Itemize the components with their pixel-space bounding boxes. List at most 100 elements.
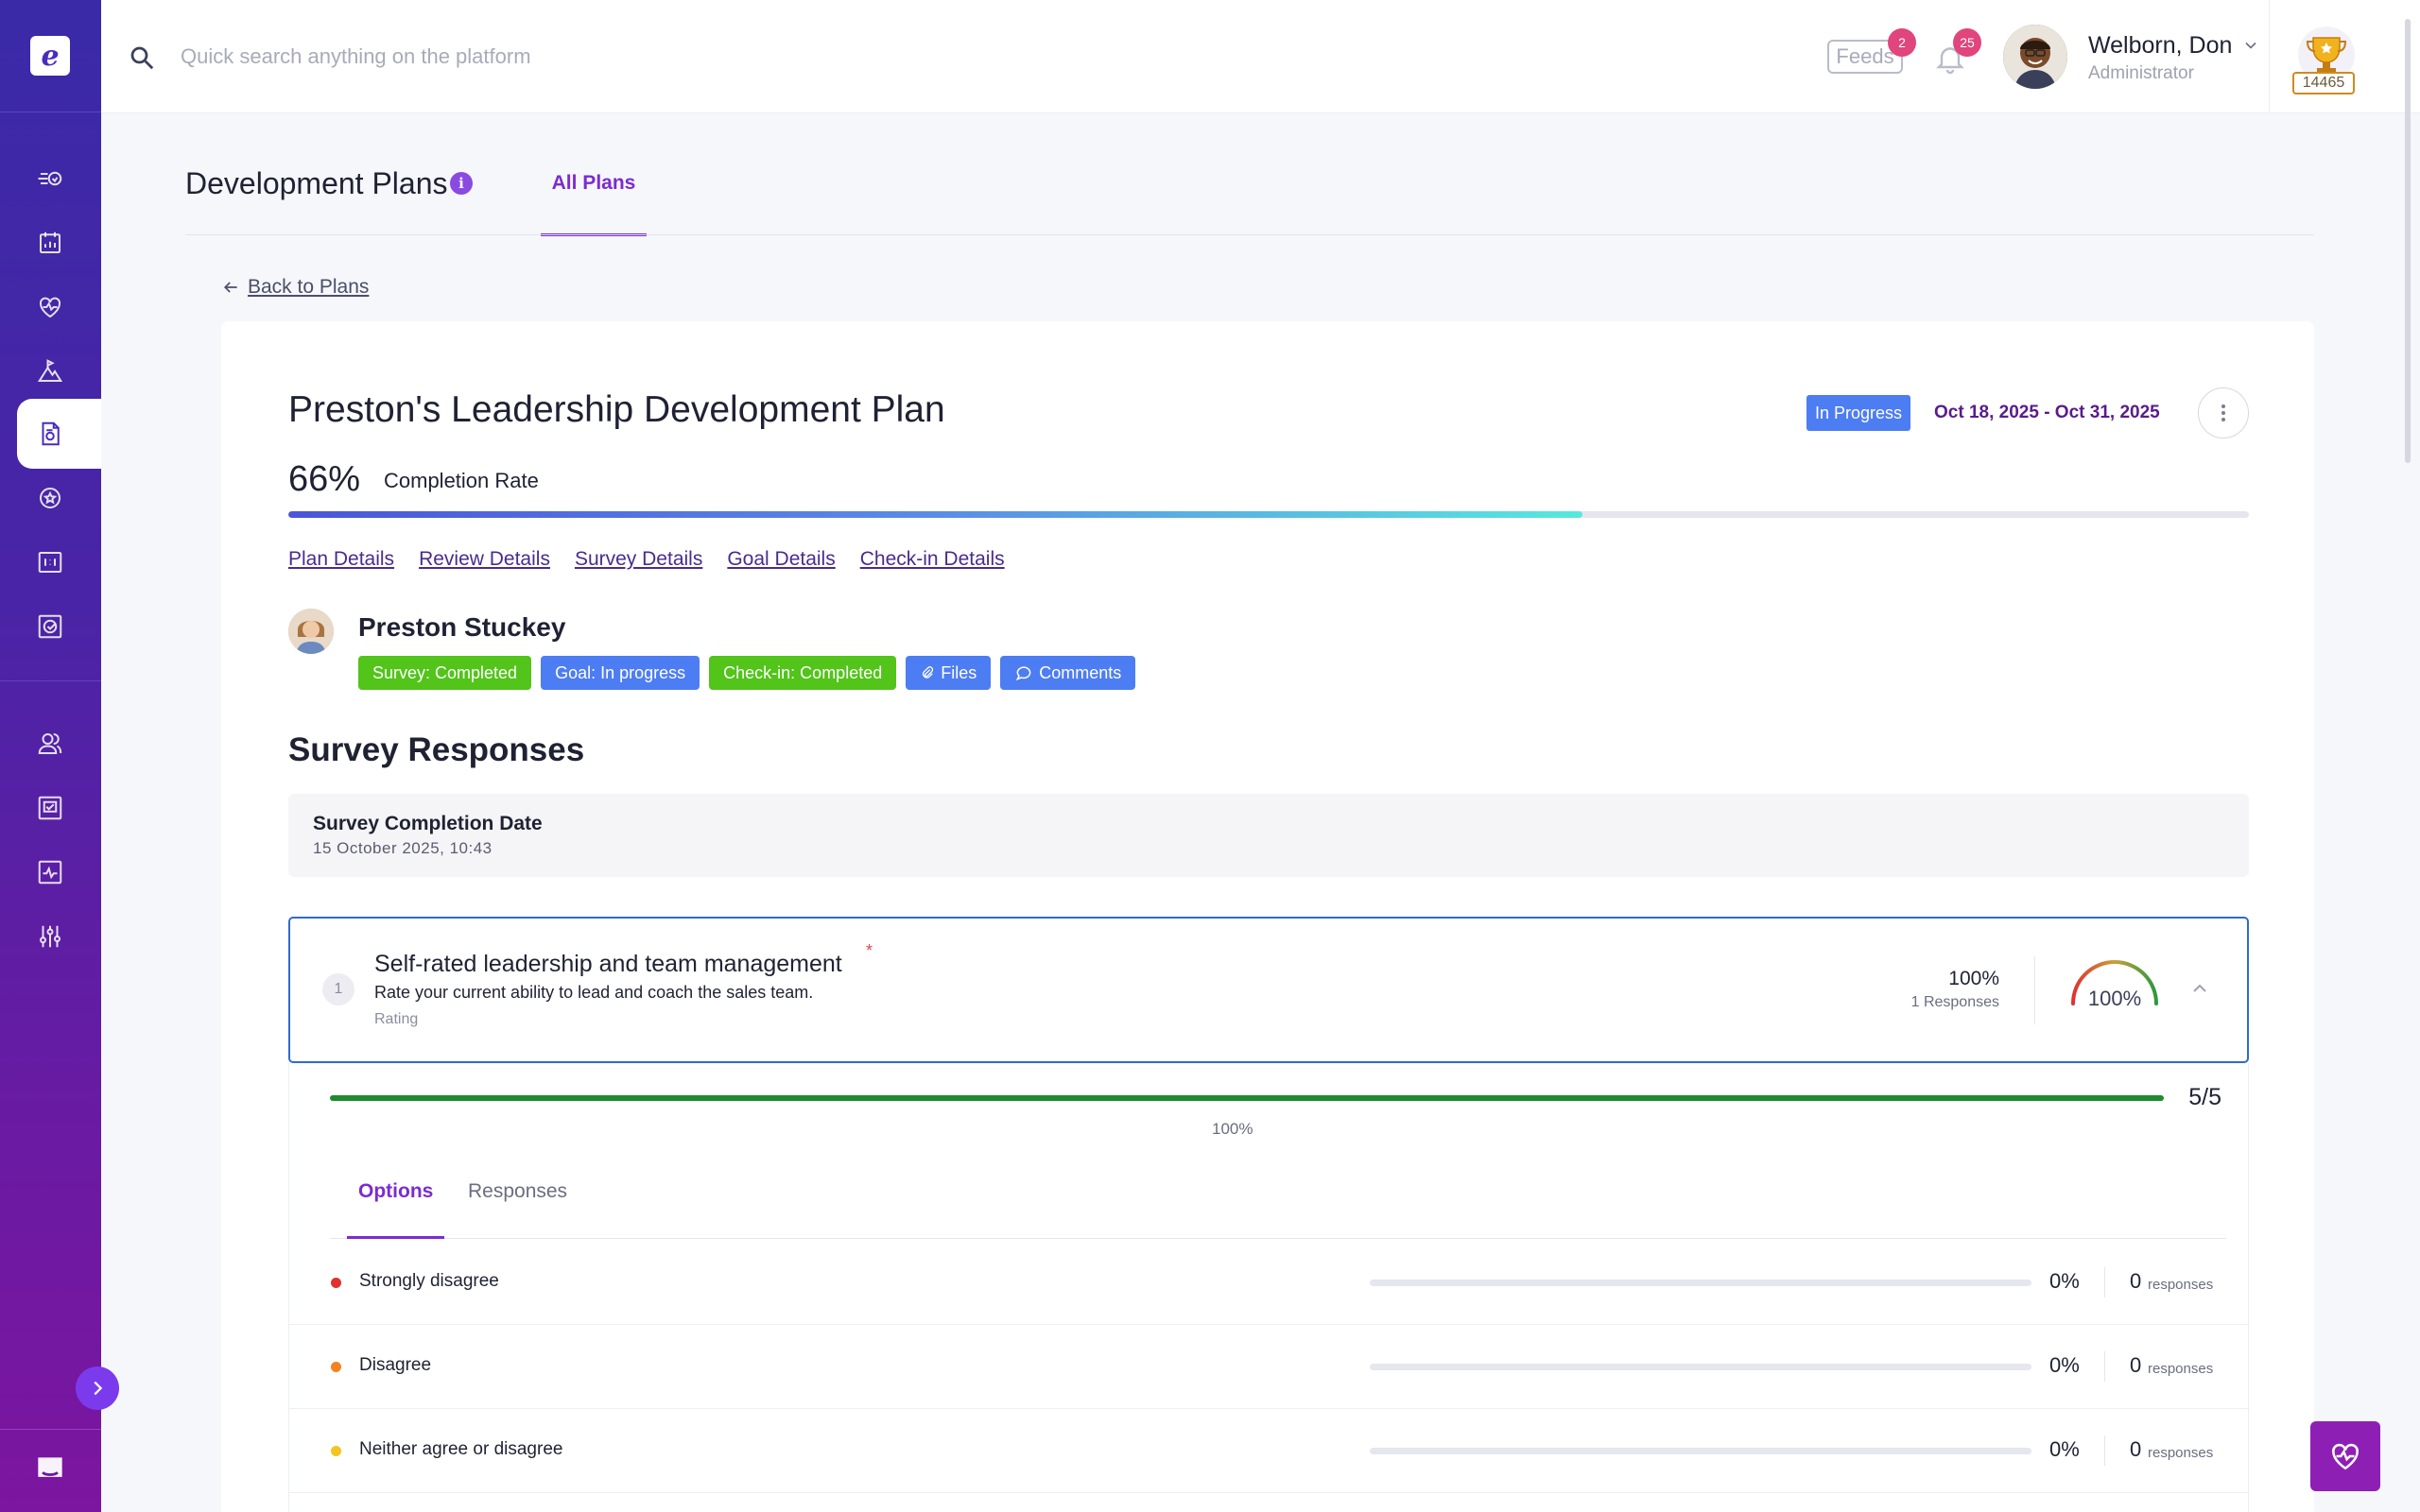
chevron-down-icon[interactable] [2241, 36, 2260, 55]
link-survey-details[interactable]: Survey Details [575, 548, 702, 571]
option-bar [1370, 1364, 2031, 1370]
detail-links: Plan Details Review Details Survey Detai… [288, 548, 1005, 571]
option-percentage: 0% [2049, 1353, 2080, 1377]
chat-icon[interactable] [32, 1452, 68, 1487]
tag-goal-status[interactable]: Goal: In progress [541, 656, 700, 690]
option-count: 0 [2130, 1353, 2142, 1377]
rating-progress-bar [330, 1095, 2164, 1101]
sidebar-expand-button[interactable] [76, 1366, 119, 1410]
link-goal-details[interactable]: Goal Details [727, 548, 835, 571]
files-label: Files [941, 662, 977, 682]
tag-checkin-status[interactable]: Check-in: Completed [709, 656, 897, 690]
divider [2104, 1351, 2105, 1382]
survey-icon[interactable] [32, 790, 68, 826]
search-input[interactable] [181, 36, 842, 77]
link-review-details[interactable]: Review Details [419, 548, 550, 571]
comments-button[interactable]: Comments [1000, 656, 1136, 690]
more-options-button[interactable] [2198, 387, 2249, 438]
user-name[interactable]: Welborn, Don [2088, 32, 2232, 60]
heart-pulse-icon [2332, 1443, 2359, 1470]
tab-options[interactable]: Options [347, 1180, 445, 1239]
option-color-dot [331, 1362, 341, 1372]
option-color-dot [331, 1278, 341, 1288]
option-percentage: 0% [2049, 1437, 2080, 1461]
plan-date-range: Oct 18, 2025 - Oct 31, 2025 [1934, 403, 2160, 422]
option-count: 0 [2130, 1437, 2142, 1461]
list-item: Disagree 0% 0 responses [289, 1325, 2250, 1409]
chevron-up-icon[interactable] [2188, 977, 2211, 1000]
question-card[interactable]: 1 Self-rated leadership and team managem… [288, 917, 2249, 1063]
comment-icon [1016, 666, 1031, 681]
divider [2104, 1267, 2105, 1297]
settings-sliders-icon[interactable] [32, 919, 68, 954]
calendar-chart-icon[interactable] [32, 225, 68, 261]
tag-survey-status[interactable]: Survey: Completed [358, 656, 532, 690]
completion-progress-bar [288, 511, 2249, 518]
arrow-left-icon [223, 282, 237, 293]
completion-progress-fill [288, 511, 1582, 518]
target-check-icon[interactable] [32, 609, 68, 644]
completion-label: Completion Rate [384, 469, 539, 492]
scrollbar[interactable] [2405, 19, 2411, 463]
survey-completion-date: 15 October 2025, 10:43 [313, 839, 493, 857]
top-bar: Feeds 2 25 Welborn, Don Administrator 14… [101, 0, 2420, 113]
survey-completion-box: Survey Completion Date 15 October 2025, … [288, 794, 2249, 877]
star-badge-icon[interactable] [32, 480, 68, 516]
option-count-label: responses [2148, 1361, 2214, 1377]
survey-completion-label: Survey Completion Date [313, 813, 543, 834]
heartbeat-icon[interactable] [32, 289, 68, 325]
gauge-label: 100% [2088, 987, 2141, 1010]
files-button[interactable]: Files [906, 656, 992, 690]
question-percentage: 100% [1948, 968, 1999, 989]
plan-title: Preston's Leadership Development Plan [288, 389, 945, 430]
option-count-label: responses [2148, 1445, 2214, 1461]
comments-label: Comments [1039, 662, 1122, 682]
divider [0, 680, 101, 681]
divider [0, 1429, 101, 1430]
paperclip-icon [923, 666, 934, 679]
kebab-icon [2221, 404, 2225, 421]
notifications-badge: 25 [1953, 28, 1981, 57]
wellbeing-button[interactable] [2310, 1421, 2380, 1491]
analytics-icon[interactable] [32, 854, 68, 890]
question-title: Self-rated leadership and team managemen… [374, 951, 842, 977]
users-icon[interactable] [32, 726, 68, 762]
tab-responses[interactable]: Responses [457, 1180, 579, 1239]
divider [2269, 0, 2270, 113]
activity-icon[interactable] [32, 161, 68, 197]
sidebar: e [0, 0, 101, 1512]
option-bar [1370, 1280, 2031, 1286]
back-to-plans-link[interactable]: Back to Plans [221, 276, 369, 299]
option-label: Disagree [359, 1355, 432, 1375]
user-role: Administrator [2088, 63, 2194, 83]
search-icon[interactable] [128, 43, 156, 72]
development-plan-icon[interactable] [32, 416, 68, 452]
link-checkin-details[interactable]: Check-in Details [860, 548, 1005, 571]
app-logo[interactable]: e [30, 36, 70, 76]
option-count: 0 [2130, 1269, 2142, 1293]
question-number: 1 [322, 973, 354, 1005]
info-icon[interactable]: i [450, 172, 473, 195]
one-on-one-icon[interactable] [32, 544, 68, 580]
list-item: Strongly disagree 0% 0 responses [289, 1241, 2250, 1325]
list-item: Neither agree or disagree 0% 0 responses [289, 1409, 2250, 1493]
avatar[interactable] [2003, 25, 2067, 89]
option-color-dot [331, 1446, 341, 1456]
question-type: Rating [374, 1011, 419, 1027]
mountain-flag-icon[interactable] [32, 353, 68, 389]
option-label: Strongly disagree [359, 1271, 499, 1291]
rating-caption: 100% [1212, 1120, 1253, 1138]
completion-percentage: 66% [288, 459, 361, 499]
rating-progress-fill [330, 1095, 2164, 1101]
rating-score: 5/5 [2188, 1084, 2221, 1110]
status-badge: In Progress [1806, 395, 1910, 431]
question-description: Rate your current ability to lead and co… [374, 983, 814, 1002]
page-title: Development Plans [185, 166, 448, 200]
link-plan-details[interactable]: Plan Details [288, 548, 394, 571]
tab-all-plans[interactable]: All Plans [541, 166, 647, 236]
status-tags: Survey: Completed Goal: In progress Chec… [358, 656, 1136, 690]
question-tabs: Options Responses [330, 1161, 2226, 1239]
section-title: Survey Responses [288, 731, 585, 768]
points-score: 14465 [2292, 72, 2355, 94]
back-link-label: Back to Plans [248, 276, 370, 298]
